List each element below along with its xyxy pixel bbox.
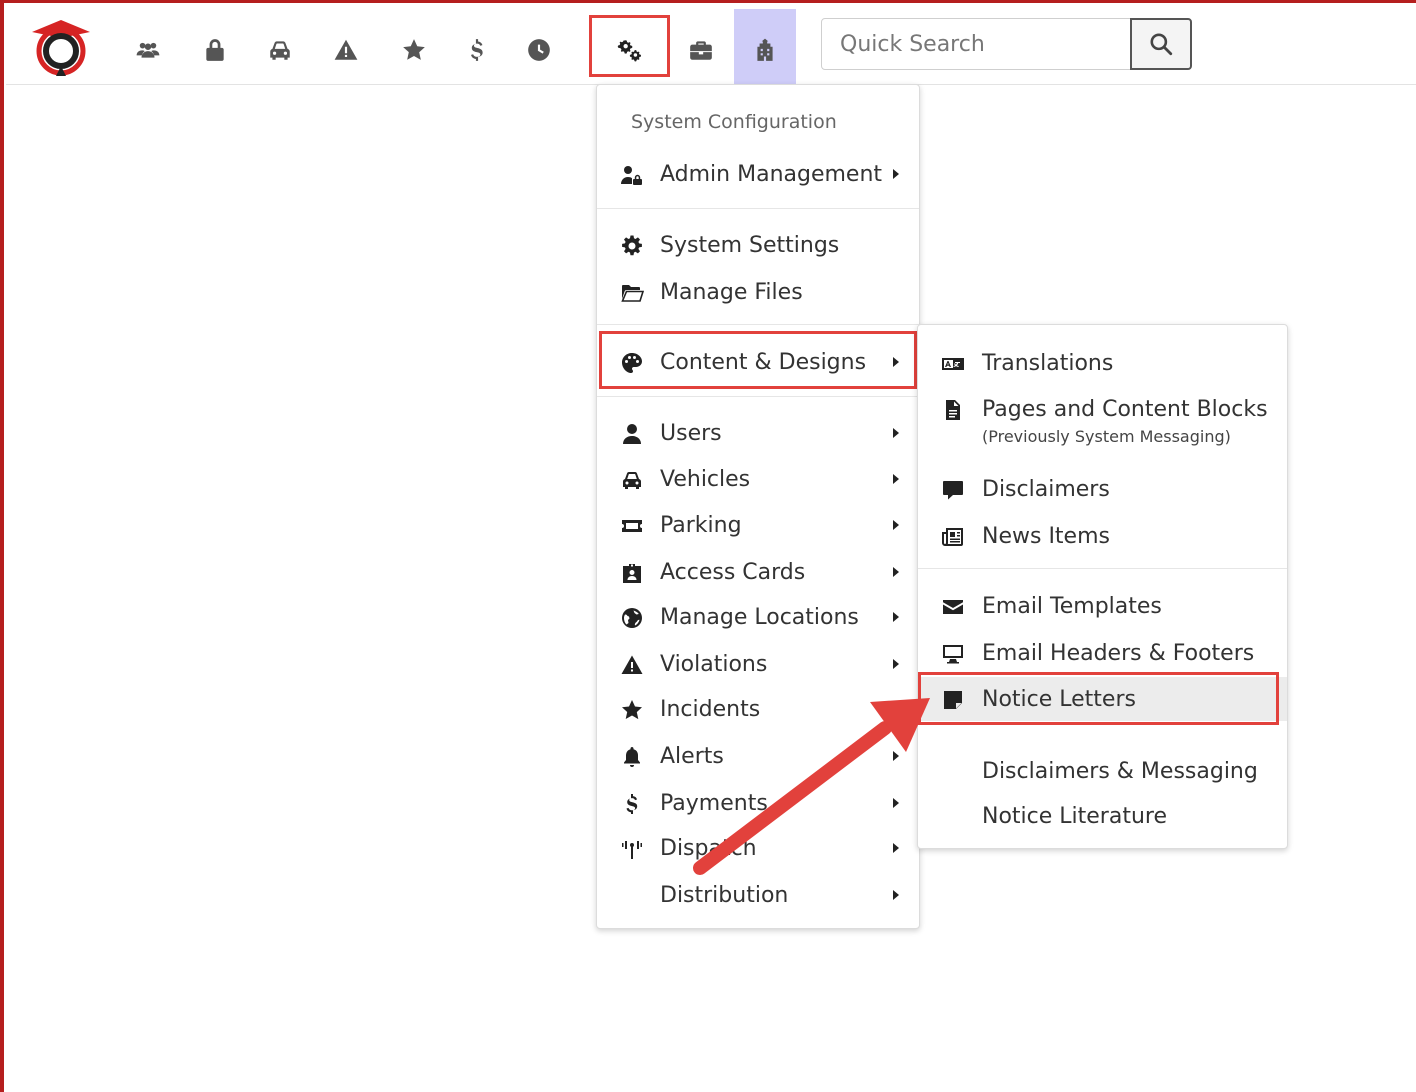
submenu-item-label: Email Templates (982, 593, 1162, 619)
highlight-notice-letters-box (918, 672, 1279, 725)
folder-open-icon (619, 280, 645, 306)
menu-item-manage-locations[interactable]: Manage Locations (597, 595, 919, 639)
dollar-icon[interactable] (457, 30, 497, 70)
clock-icon[interactable] (519, 30, 559, 70)
submenu-caret-icon (893, 428, 899, 438)
submenu-item-label: Pages and Content Blocks (982, 396, 1268, 422)
menu-item-vehicles[interactable]: Vehicles (597, 457, 919, 501)
menu-item-label: Manage Locations (660, 604, 859, 630)
menu-item-label: Parking (660, 512, 742, 538)
ticket-icon (619, 513, 645, 539)
menu-item-manage-files[interactable]: Manage Files (597, 270, 919, 314)
submenu-item-note: (Previously System Messaging) (982, 427, 1231, 446)
user-lock-icon (619, 162, 645, 188)
highlight-cogs-box (589, 15, 670, 77)
menu-item-label: System Settings (660, 232, 840, 258)
dollar-icon (619, 791, 645, 817)
menu-item-admin-management[interactable]: Admin Management (597, 152, 919, 196)
menu-item-violations[interactable]: Violations (597, 642, 919, 686)
menu-item-label: Violations (660, 651, 768, 677)
quick-search (821, 18, 1192, 70)
menu-item-parking[interactable]: Parking (597, 503, 919, 547)
submenu-caret-icon (893, 567, 899, 577)
submenu-divider (918, 568, 1287, 569)
newspaper-icon (940, 524, 966, 550)
language-icon (940, 351, 966, 377)
submenu-caret-icon (893, 520, 899, 530)
submenu-item-disclaimers-messaging[interactable]: Disclaimers & Messaging (918, 749, 1287, 793)
submenu-caret-icon (893, 612, 899, 622)
submenu-caret-icon (893, 659, 899, 669)
submenu-item-label: Notice Literature (982, 803, 1168, 829)
menu-item-label: Access Cards (660, 559, 806, 585)
submenu-caret-icon (893, 474, 899, 484)
submenu-item-email-headers-footers[interactable]: Email Headers & Footers (918, 631, 1287, 675)
gear-icon (619, 233, 645, 259)
submenu-item-disclaimers[interactable]: Disclaimers (918, 467, 1287, 511)
menu-item-access-cards[interactable]: Access Cards (597, 550, 919, 594)
menu-divider (597, 396, 919, 397)
star-icon (619, 697, 645, 723)
users-icon[interactable] (128, 30, 168, 70)
menu-item-label: Users (660, 420, 722, 446)
submenu-item-email-templates[interactable]: Email Templates (918, 584, 1287, 628)
broadcast-icon (619, 836, 645, 862)
menu-item-system-settings[interactable]: System Settings (597, 223, 919, 267)
submenu-item-label: News Items (982, 523, 1110, 549)
menu-item-users[interactable]: Users (597, 411, 919, 455)
search-button[interactable] (1130, 18, 1192, 70)
menu-item-label: Manage Files (660, 279, 803, 305)
bell-icon (619, 744, 645, 770)
annotation-arrow-icon (693, 698, 930, 875)
id-badge-icon (619, 560, 645, 586)
warning-icon (619, 652, 645, 678)
submenu-item-label: Disclaimers & Messaging (982, 758, 1258, 784)
menu-item-label: Admin Management (660, 161, 883, 187)
highlight-content-designs-box (599, 331, 917, 389)
menu-header: System Configuration (631, 111, 837, 133)
submenu-item-label: Disclaimers (982, 476, 1110, 502)
desktop-icon (940, 641, 966, 667)
star-icon[interactable] (394, 30, 434, 70)
car-icon[interactable] (260, 30, 300, 70)
submenu-item-pages-content-blocks[interactable]: Pages and Content Blocks (918, 387, 1287, 431)
submenu-item-translations[interactable]: Translations (918, 341, 1287, 385)
app-logo[interactable] (28, 18, 94, 80)
menu-divider (597, 208, 919, 209)
warning-icon[interactable] (326, 30, 366, 70)
menu-divider (597, 324, 919, 325)
globe-icon (619, 605, 645, 631)
submenu-item-label: Email Headers & Footers (982, 640, 1255, 666)
briefcase-icon[interactable] (681, 30, 721, 70)
search-icon (1150, 33, 1173, 56)
car-icon (619, 467, 645, 493)
menu-item-label: Vehicles (660, 466, 751, 492)
envelope-icon (940, 594, 966, 620)
top-navbar (6, 6, 1416, 85)
building-icon[interactable] (745, 30, 785, 70)
submenu-item-notice-literature[interactable]: Notice Literature (918, 794, 1287, 838)
submenu-caret-icon (893, 890, 899, 900)
lock-icon[interactable] (195, 30, 235, 70)
comment-icon (940, 477, 966, 503)
submenu-item-news-items[interactable]: News Items (918, 514, 1287, 558)
user-icon (619, 421, 645, 447)
submenu-caret-icon (893, 169, 899, 179)
file-icon (940, 397, 966, 423)
submenu-item-label: Translations (982, 350, 1114, 376)
content-designs-submenu: Translations Pages and Content Blocks (P… (917, 324, 1288, 849)
search-input[interactable] (822, 19, 1130, 69)
